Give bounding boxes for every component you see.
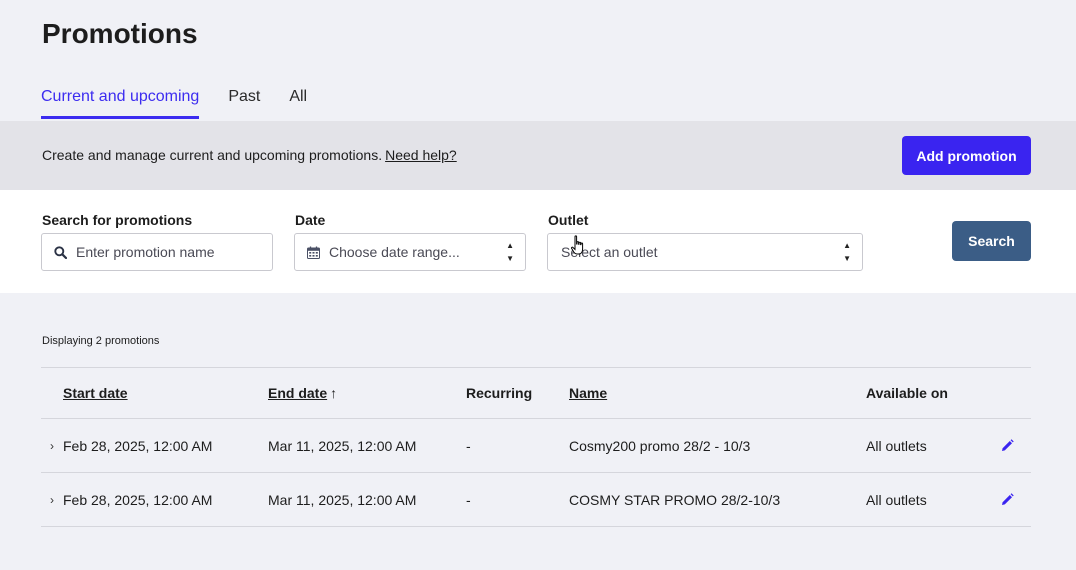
recurring-cell: - bbox=[466, 491, 471, 508]
page-title: Promotions bbox=[42, 18, 198, 49]
end-date-label: End date bbox=[268, 385, 328, 401]
available-on-cell: All outlets bbox=[866, 491, 927, 508]
date-placeholder: Choose date range... bbox=[329, 244, 460, 260]
name-cell: COSMY STAR PROMO 28/2-10/3 bbox=[569, 491, 781, 508]
recurring-cell: - bbox=[466, 437, 471, 454]
info-bar: Create and manage current and upcoming p… bbox=[0, 121, 1076, 190]
date-range-select[interactable]: Choose date range... ▲ ▼ bbox=[294, 233, 526, 271]
outlet-select[interactable]: Select an outlet ▲ ▼ bbox=[547, 233, 863, 271]
table-row: › Feb 28, 2025, 12:00 AM Mar 11, 2025, 1… bbox=[41, 473, 1031, 527]
table-row: › Feb 28, 2025, 12:00 AM Mar 11, 2025, 1… bbox=[41, 419, 1031, 473]
tab-past[interactable]: Past bbox=[228, 88, 260, 118]
chevron-right-icon[interactable]: › bbox=[50, 473, 54, 526]
column-name[interactable]: Name bbox=[569, 368, 607, 418]
promotions-table: Start date End date ↑ Recurring Name Ava… bbox=[41, 367, 1031, 527]
available-on-cell: All outlets bbox=[866, 437, 927, 454]
start-date-cell: Feb 28, 2025, 12:00 AM bbox=[63, 491, 213, 508]
outlet-label: Outlet bbox=[548, 212, 589, 228]
add-promotion-button[interactable]: Add promotion bbox=[902, 136, 1031, 175]
search-label: Search for promotions bbox=[42, 212, 193, 228]
name-cell: Cosmy200 promo 28/2 - 10/3 bbox=[569, 437, 751, 454]
need-help-link[interactable]: Need help? bbox=[385, 147, 457, 163]
filter-bar: Search for promotions Enter promotion na… bbox=[0, 190, 1076, 293]
search-input[interactable]: Enter promotion name bbox=[41, 233, 273, 271]
tab-all[interactable]: All bbox=[289, 88, 307, 118]
hand-cursor-icon bbox=[570, 235, 586, 262]
calendar-icon bbox=[307, 246, 320, 259]
start-date-cell: Feb 28, 2025, 12:00 AM bbox=[63, 437, 213, 454]
search-button[interactable]: Search bbox=[952, 221, 1031, 261]
table-header: Start date End date ↑ Recurring Name Ava… bbox=[41, 367, 1031, 419]
end-date-cell: Mar 11, 2025, 12:00 AM bbox=[268, 491, 417, 508]
edit-pencil-icon[interactable] bbox=[1001, 473, 1014, 526]
sort-ascending-icon: ↑ bbox=[330, 385, 338, 401]
tab-current-and-upcoming[interactable]: Current and upcoming bbox=[41, 88, 200, 119]
column-start-date[interactable]: Start date bbox=[63, 368, 128, 418]
column-recurring: Recurring bbox=[466, 385, 533, 401]
results-count: Displaying 2 promotions bbox=[42, 335, 160, 347]
info-text: Create and manage current and upcoming p… bbox=[42, 147, 457, 163]
tab-bar: Current and upcoming Past All bbox=[41, 88, 307, 119]
column-available-on: Available on bbox=[866, 385, 948, 401]
search-placeholder: Enter promotion name bbox=[76, 244, 215, 260]
end-date-cell: Mar 11, 2025, 12:00 AM bbox=[268, 437, 417, 454]
search-icon bbox=[54, 245, 67, 259]
chevron-updown-icon: ▲ ▼ bbox=[843, 241, 851, 263]
info-description: Create and manage current and upcoming p… bbox=[42, 147, 383, 163]
chevron-right-icon[interactable]: › bbox=[50, 419, 54, 472]
date-label: Date bbox=[295, 212, 326, 228]
edit-pencil-icon[interactable] bbox=[1001, 419, 1014, 472]
column-end-date[interactable]: End date ↑ bbox=[268, 368, 337, 418]
chevron-updown-icon: ▲ ▼ bbox=[506, 241, 514, 263]
